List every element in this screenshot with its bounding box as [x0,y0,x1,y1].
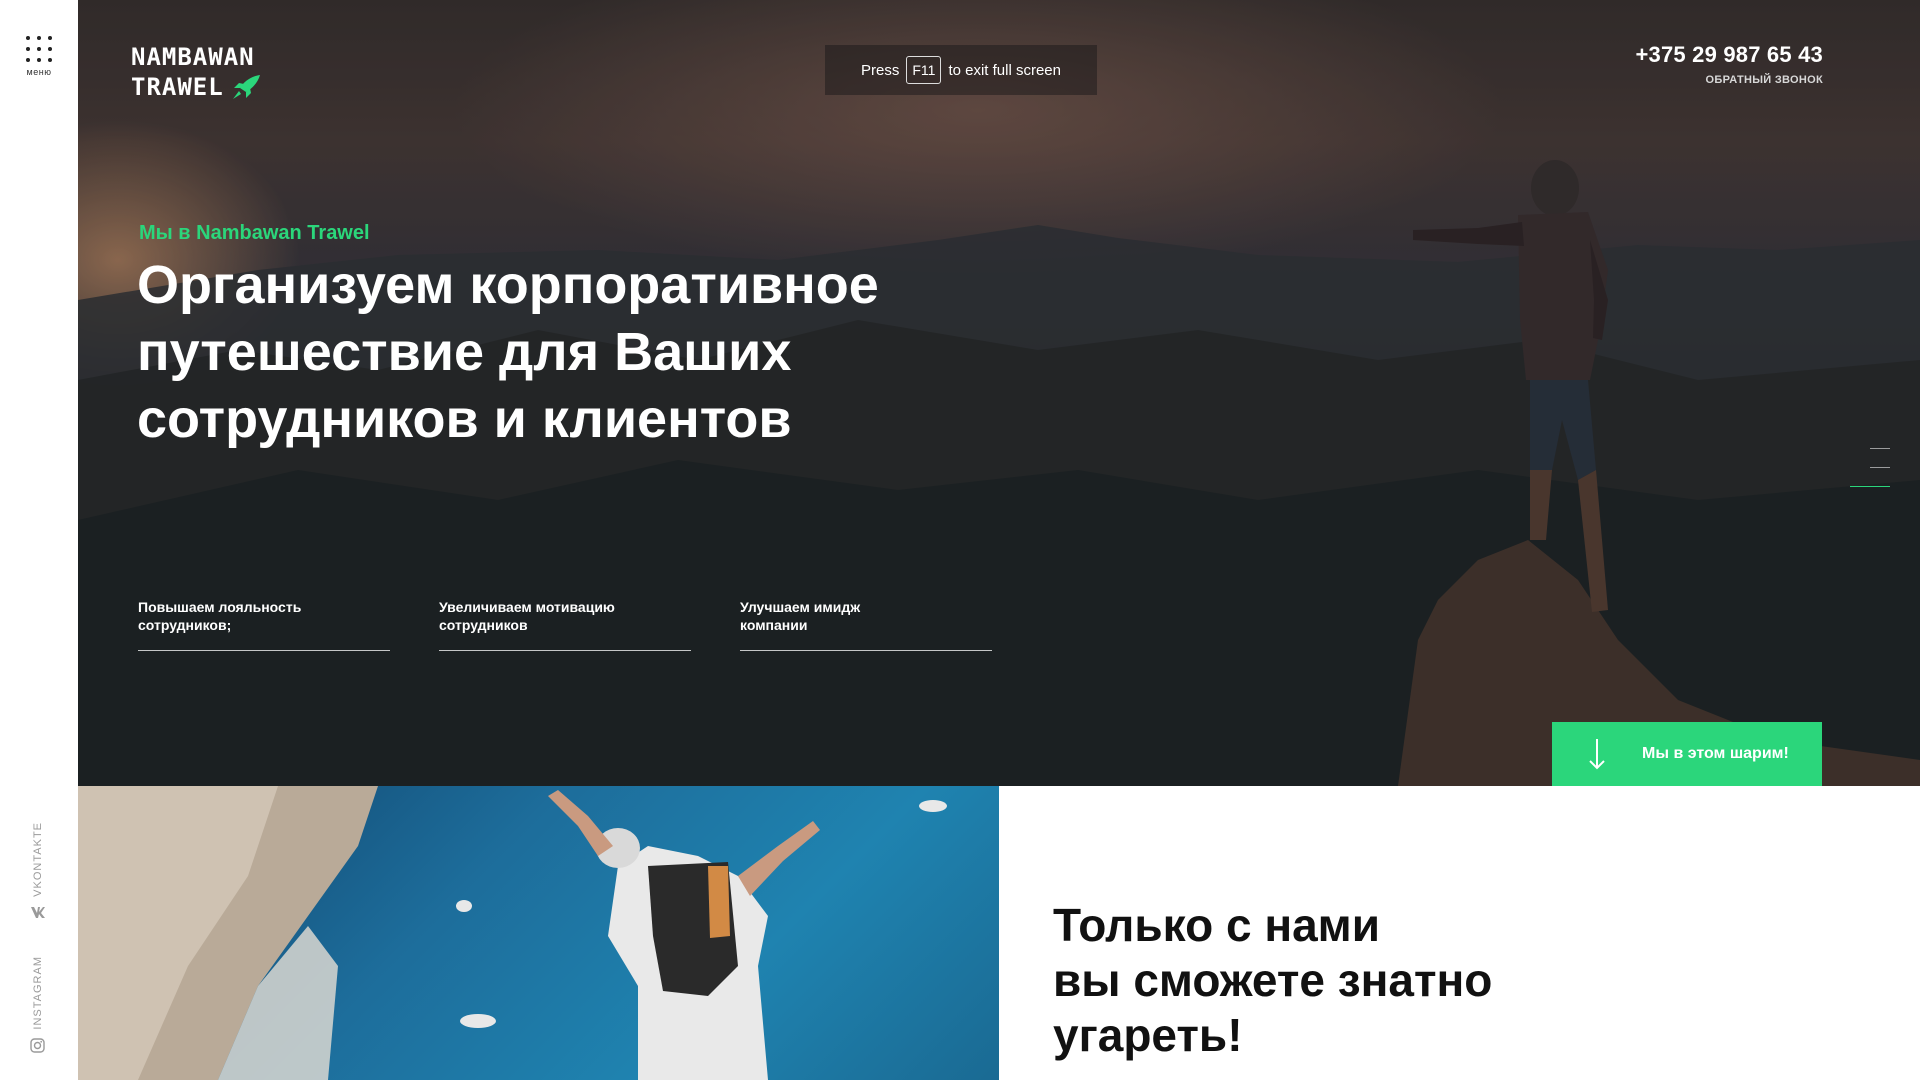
feature-loyalty: Повышаем лояльность сотрудников; [138,598,390,651]
lower-heading-line: вы сможете знатно [1053,954,1493,1006]
phone-block: +375 29 987 65 43 ОБРАТНЫЙ ЗВОНОК [1635,42,1823,86]
skydiver-illustration [78,786,947,1080]
hero-eyebrow: Мы в Nambawan Trawel [139,222,370,244]
instagram-icon [30,1037,45,1053]
feature-text: Повышаем лояльность [138,599,302,615]
cta-label: Мы в этом шарим! [1642,745,1789,762]
arrow-down-icon [1589,739,1605,770]
callback-link[interactable]: ОБРАТНЫЙ ЗВОНОК [1635,74,1823,86]
lower-heading-line: угареть! [1053,1009,1243,1061]
lower-heading: Только с нами вы сможете знатно угареть! [1053,898,1492,1063]
rocket-icon [232,75,260,99]
feature-text: Улучшаем имидж [740,599,861,615]
vkontakte-label: VKONTAKTE [32,822,44,897]
slide-indicator-active[interactable] [1850,486,1890,487]
headline-line: Организуем корпоративное [137,255,879,315]
fullscreen-key: F11 [906,56,942,84]
feature-divider [439,650,691,651]
left-rail: меню VKONTAKTE INSTAGRAM [0,0,78,1080]
hero-headline: Организуем корпоративное путешествие для… [137,252,1037,453]
skydiver-photo [78,786,999,1080]
menu-button[interactable]: меню [22,36,56,77]
site-logo[interactable]: NAMBAWAN TRAWEL [131,42,262,102]
slide-indicator[interactable] [1870,467,1890,468]
menu-label: меню [26,67,52,77]
feature-text: компании [740,617,808,633]
feature-image: Улучшаем имидж компании [740,598,992,651]
feature-text: сотрудников; [138,617,232,633]
feature-text: сотрудников [439,617,528,633]
fullscreen-rest: to exit full screen [948,61,1061,79]
slide-indicator[interactable] [1870,448,1890,449]
logo-line1: NAMBAWAN [131,43,255,71]
logo-line2: TRAWEL [131,73,224,101]
vk-icon [31,906,45,918]
phone-number[interactable]: +375 29 987 65 43 [1635,42,1823,68]
hero-section: NAMBAWAN TRAWEL Press F11 to exit full s… [78,0,1920,786]
vkontakte-link[interactable]: VKONTAKTE [30,822,46,919]
menu-dots-icon [22,36,56,62]
lower-heading-line: Только с нами [1053,899,1380,951]
fullscreen-press: Press [861,61,900,79]
headline-line: сотрудников и клиентов [137,389,792,449]
fullscreen-notice: Press F11 to exit full screen [825,45,1097,95]
feature-text: Увеличиваем мотивацию [439,599,615,615]
slide-pagination [1850,448,1890,505]
instagram-label: INSTAGRAM [31,956,44,1030]
headline-line: путешествие для Ваших [137,322,792,382]
feature-motivation: Увеличиваем мотивацию сотрудников [439,598,691,651]
instagram-link[interactable]: INSTAGRAM [30,956,45,1053]
feature-divider [138,650,390,651]
feature-divider [740,650,992,651]
cta-button[interactable]: Мы в этом шарим! [1552,722,1822,786]
